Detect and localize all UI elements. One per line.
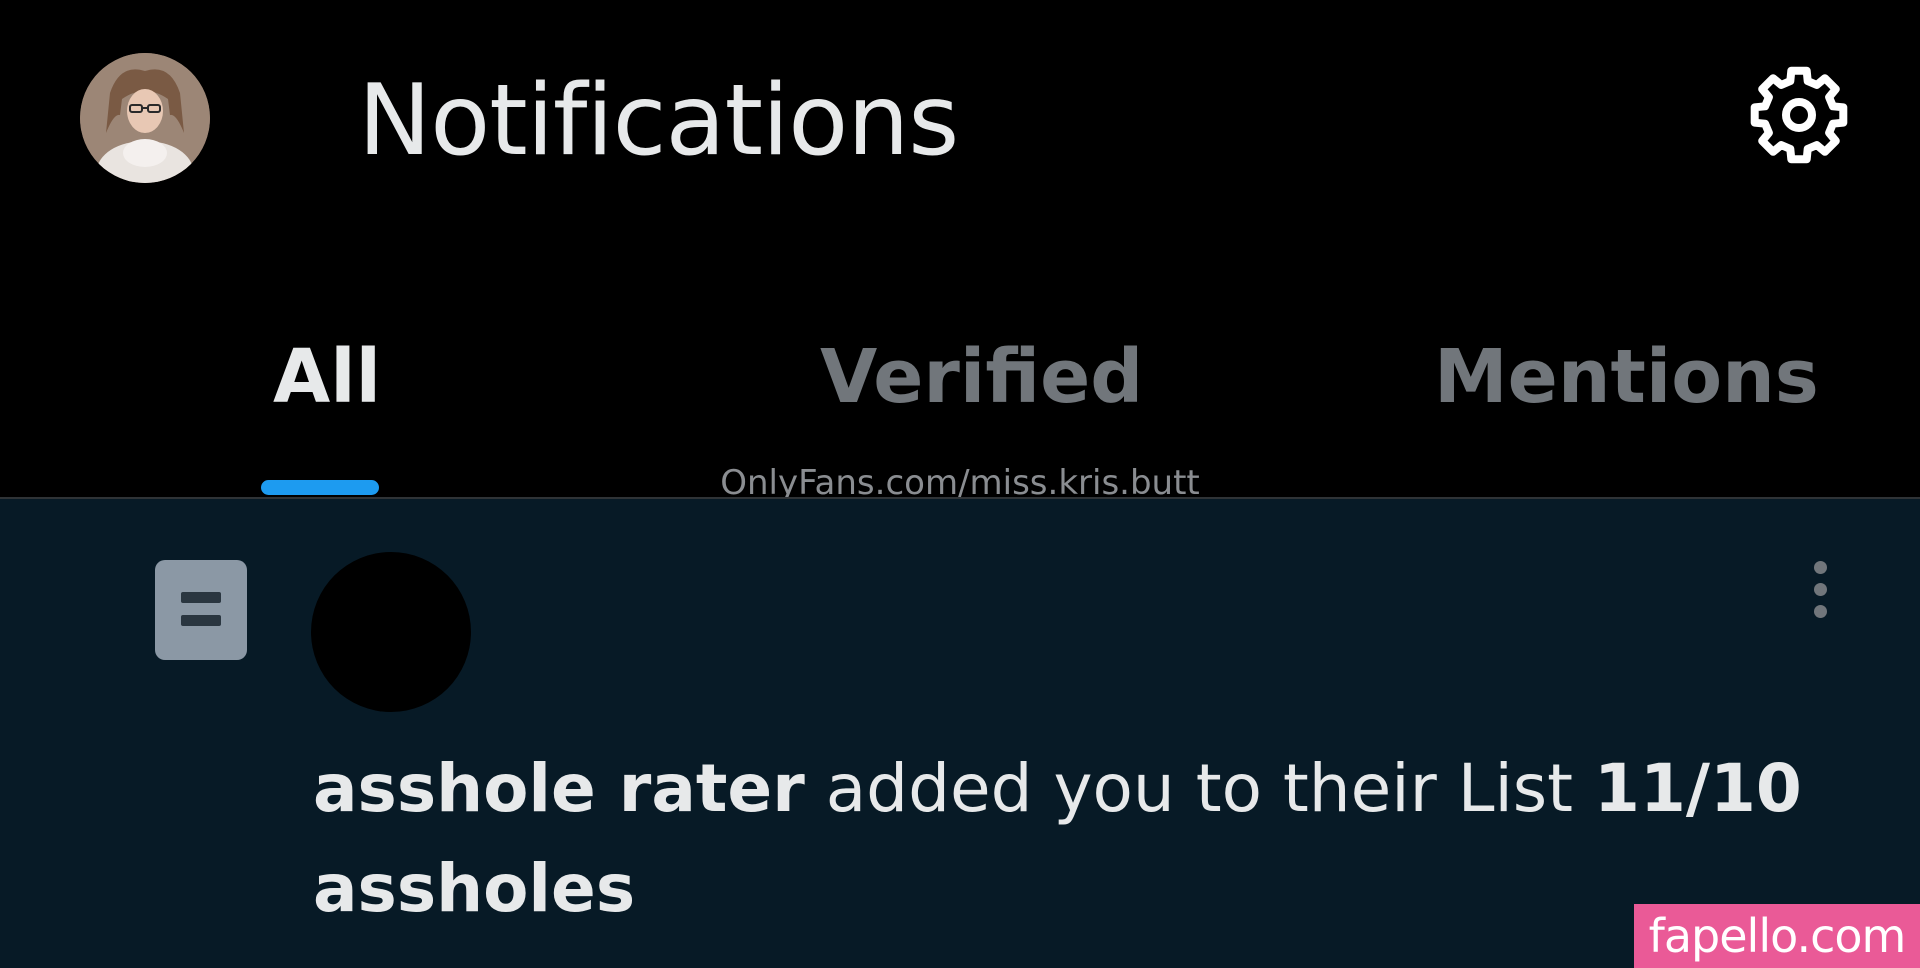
more-options-button[interactable] xyxy=(1800,557,1840,627)
notification-action: added you to their List xyxy=(804,750,1595,827)
header: Notifications All Verified Mentions Only… xyxy=(0,0,1920,500)
more-vertical-icon xyxy=(1814,561,1827,574)
site-watermark-badge: fapello.com xyxy=(1634,904,1920,968)
tab-verified[interactable]: Verified xyxy=(820,340,1143,440)
more-vertical-icon-dot xyxy=(1814,605,1827,618)
more-vertical-icon-dot xyxy=(1814,583,1827,596)
settings-button[interactable] xyxy=(1744,60,1854,170)
profile-avatar[interactable] xyxy=(80,53,210,183)
list-icon xyxy=(155,560,247,660)
page-title: Notifications xyxy=(358,64,959,178)
actor-name[interactable]: asshole rater xyxy=(313,750,805,827)
watermark-text: OnlyFans.com/miss.kris.butt xyxy=(720,463,1200,503)
actor-avatar[interactable] xyxy=(311,552,471,712)
list-icon-bar xyxy=(181,592,221,603)
avatar-image xyxy=(80,53,210,183)
notification-text: asshole rater added you to their List 11… xyxy=(313,739,1813,939)
list-icon-bar xyxy=(181,615,221,626)
gear-icon xyxy=(1750,66,1848,164)
tab-mentions[interactable]: Mentions xyxy=(1434,340,1819,440)
notification-item[interactable]: asshole rater added you to their List 11… xyxy=(0,499,1920,968)
tab-all[interactable]: All xyxy=(273,340,381,440)
notifications-screen: Notifications All Verified Mentions Only… xyxy=(0,0,1920,968)
